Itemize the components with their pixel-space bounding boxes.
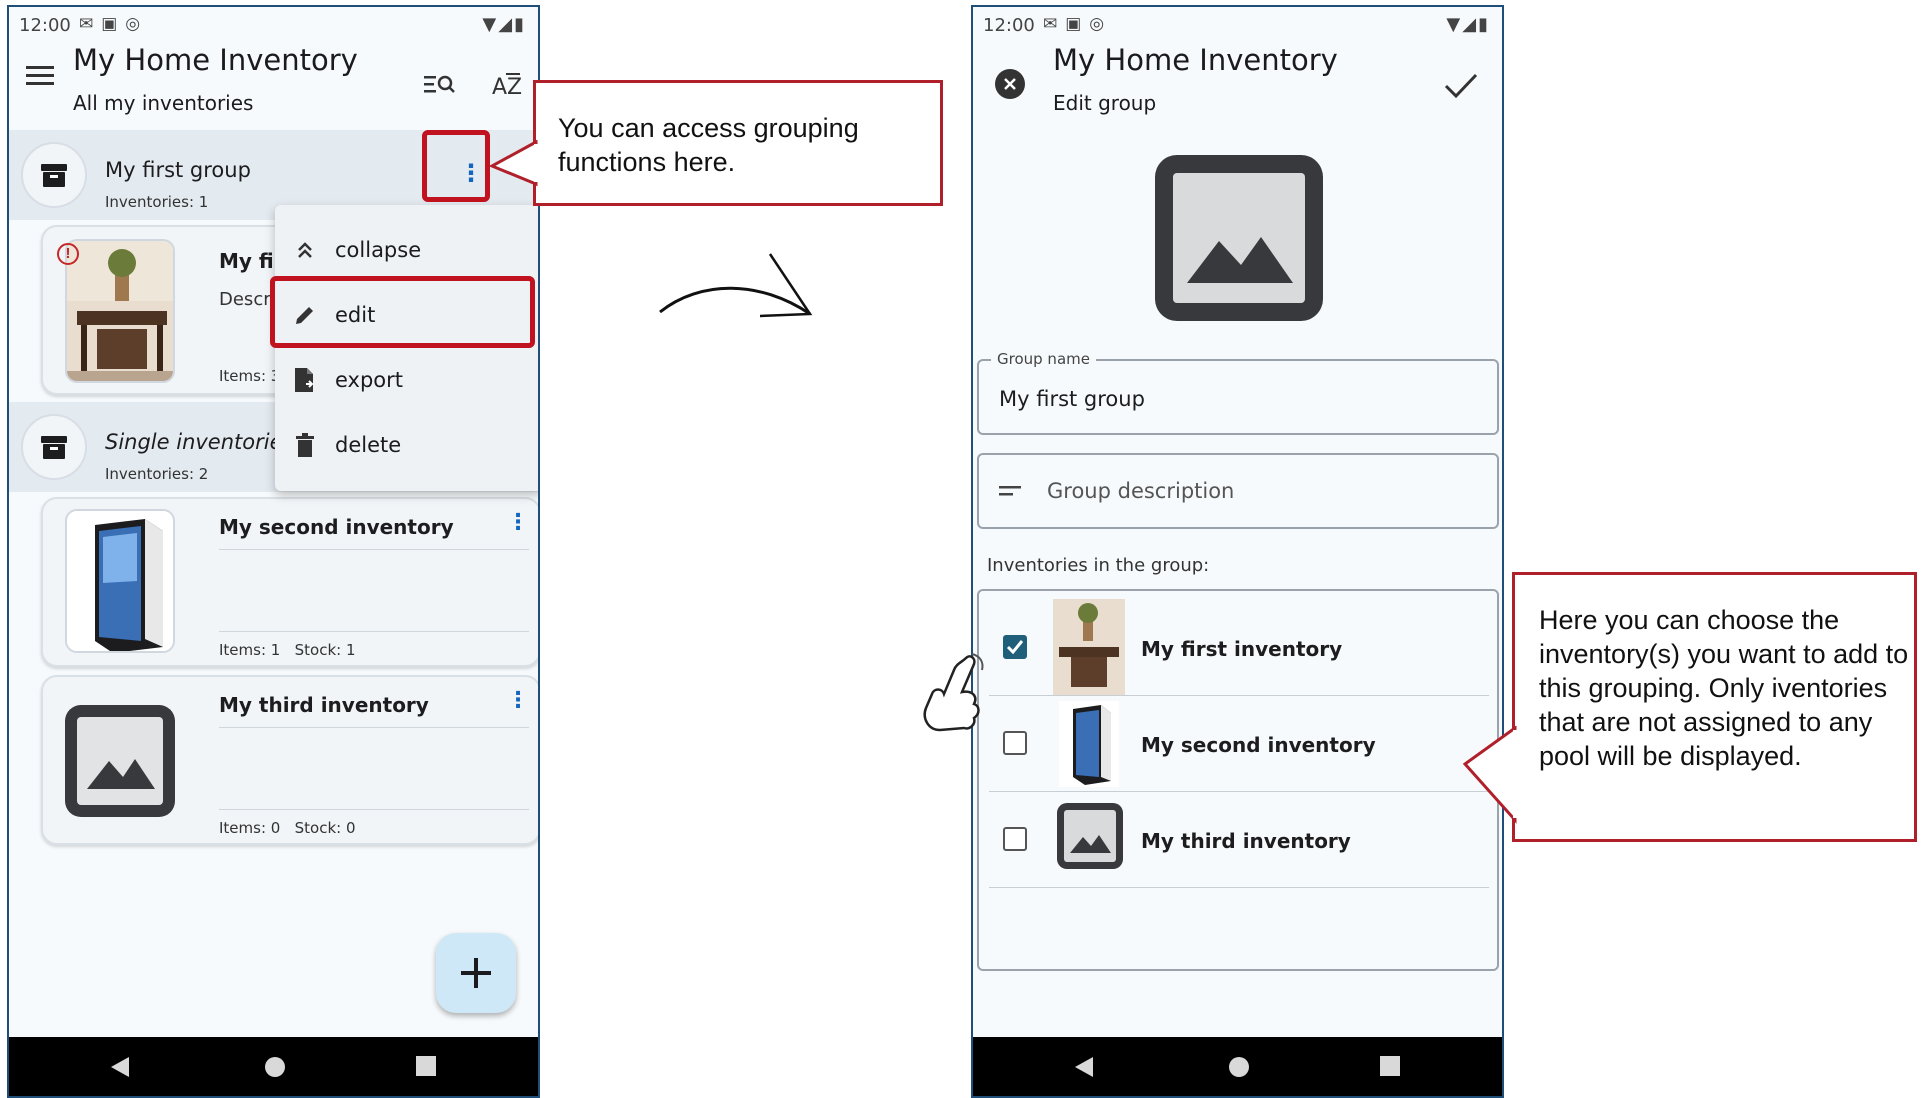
inventory-title: My third inventory [1141,829,1351,853]
inventory-row[interactable]: My first inventory [979,591,1497,695]
app-subtitle: All my inventories [73,91,254,115]
recents-icon[interactable] [1379,1055,1401,1082]
archive-box-icon [21,414,87,480]
signal-battery-icons: ▼◢▮ [1446,14,1490,35]
menu-item-delete[interactable]: delete [275,414,538,476]
group-subtitle: Inventories: 2 [105,465,209,483]
checkbox-unchecked[interactable] [1003,827,1027,851]
sort-az-icon[interactable]: AZ [489,69,529,99]
inventory-selection-list: My first inventory My second inventory M… [977,589,1499,971]
search-filter-icon[interactable] [423,69,457,99]
svg-text:Z: Z [507,75,522,98]
menu-item-export[interactable]: export [275,349,538,411]
inventory-photo-pc-case [65,509,175,653]
status-bar: 12:00 ✉▣◎ ▼◢▮ [9,7,538,45]
group-name-value: My first group [999,387,1145,411]
inventory-title: My second inventory [1141,733,1376,757]
group-description-field[interactable]: Group description [977,453,1499,529]
divider [989,887,1489,888]
group-options-menu: collapse edit export delete [275,205,538,491]
callout-text: Here you can choose the inventory(s) you… [1539,605,1909,771]
group-description-placeholder: Group description [1047,479,1235,503]
plus-icon [461,958,491,988]
app-subtitle: Edit group [1053,91,1157,115]
group-title: Single inventories [105,430,294,454]
transition-arrow-icon [659,253,813,318]
inventory-meta: Items: 1 Stock: 1 [219,641,356,659]
pointing-hand-icon [923,653,984,732]
inventory-meta: Items: 3 [219,367,281,385]
highlight-edit [270,276,535,348]
status-time: 12:00 [19,15,71,36]
inventory-row[interactable]: My second inventory [979,697,1497,787]
group-subtitle: Inventories: 1 [105,193,209,211]
callout-pointer [490,140,538,187]
app-title: My Home Inventory [73,43,358,77]
back-icon[interactable] [1073,1055,1095,1084]
image-placeholder-icon [1057,803,1123,869]
back-icon[interactable] [109,1055,131,1084]
checkbox-unchecked[interactable] [1003,731,1027,755]
menu-label: delete [335,433,402,457]
inventory-photo-dining [65,239,175,383]
callout-pointer [1463,726,1517,824]
callout-choose-inventories: Here you can choose the inventory(s) you… [1512,572,1917,842]
group-name-label: Group name [991,350,1096,368]
divider [219,549,529,550]
app-title: My Home Inventory [1053,43,1338,77]
inventory-photo-dining [1053,599,1125,695]
inventory-row[interactable]: My third inventory [979,793,1497,883]
group-title: My first group [105,158,251,182]
divider [219,727,529,728]
inventory-description: Descri [219,289,276,310]
trash-icon [275,433,335,457]
svg-text:A: A [492,75,507,98]
home-icon[interactable] [263,1055,287,1084]
more-options-icon[interactable]: ⋮ [507,509,529,535]
menu-hamburger-icon[interactable] [23,59,57,93]
menu-item-collapse[interactable]: collapse [275,219,538,281]
check-confirm-icon[interactable] [1443,69,1479,103]
add-inventory-button[interactable] [436,933,516,1013]
system-navigation-bar [973,1037,1502,1096]
system-navigation-bar [9,1037,538,1096]
close-icon[interactable] [995,69,1025,99]
export-file-icon [275,367,335,393]
callout-grouping: You can access grouping functions here. [533,80,943,206]
menu-label: export [335,368,404,392]
collapse-icon [275,240,335,260]
notification-icons: ✉▣◎ [79,14,149,34]
inventory-photo-pc-case [1059,701,1119,787]
recents-icon[interactable] [415,1055,437,1082]
inventory-title: My first inventory [1141,637,1343,661]
inventory-title: My third inventory [219,693,429,717]
home-icon[interactable] [1227,1055,1251,1084]
right-phone-screen: 12:00 ✉▣◎ ▼◢▮ My Home Inventory Edit gro… [971,5,1504,1098]
inventory-card-third[interactable]: My third inventory ⋮ Items: 0 Stock: 0 [41,675,538,845]
signal-battery-icons: ▼◢▮ [482,14,526,35]
callout-text: You can access grouping functions here. [558,113,859,177]
menu-label: collapse [335,238,422,262]
inventory-meta: Items: 0 Stock: 0 [219,819,356,837]
inventory-card-second[interactable]: My second inventory ⋮ Items: 1 Stock: 1 [41,497,538,667]
description-lines-icon [999,486,1021,496]
divider [989,695,1489,696]
status-time: 12:00 [983,15,1035,36]
checkbox-checked[interactable] [1003,635,1027,659]
archive-box-icon [21,142,87,208]
warning-icon: ! [57,243,79,265]
more-options-icon[interactable]: ⋮ [507,687,529,713]
highlight-kebab [422,130,490,202]
image-placeholder-icon [65,689,175,833]
divider [989,791,1489,792]
divider [219,631,529,632]
notification-icons: ✉▣◎ [1043,14,1113,34]
status-bar: 12:00 ✉▣◎ ▼◢▮ [973,7,1502,45]
group-image-placeholder-icon[interactable] [1155,153,1323,323]
inventories-heading: Inventories in the group: [987,555,1210,576]
inventory-title: My fir [219,249,284,273]
group-name-field[interactable]: My first group [977,359,1499,435]
divider [219,809,529,810]
inventory-title: My second inventory [219,515,454,539]
